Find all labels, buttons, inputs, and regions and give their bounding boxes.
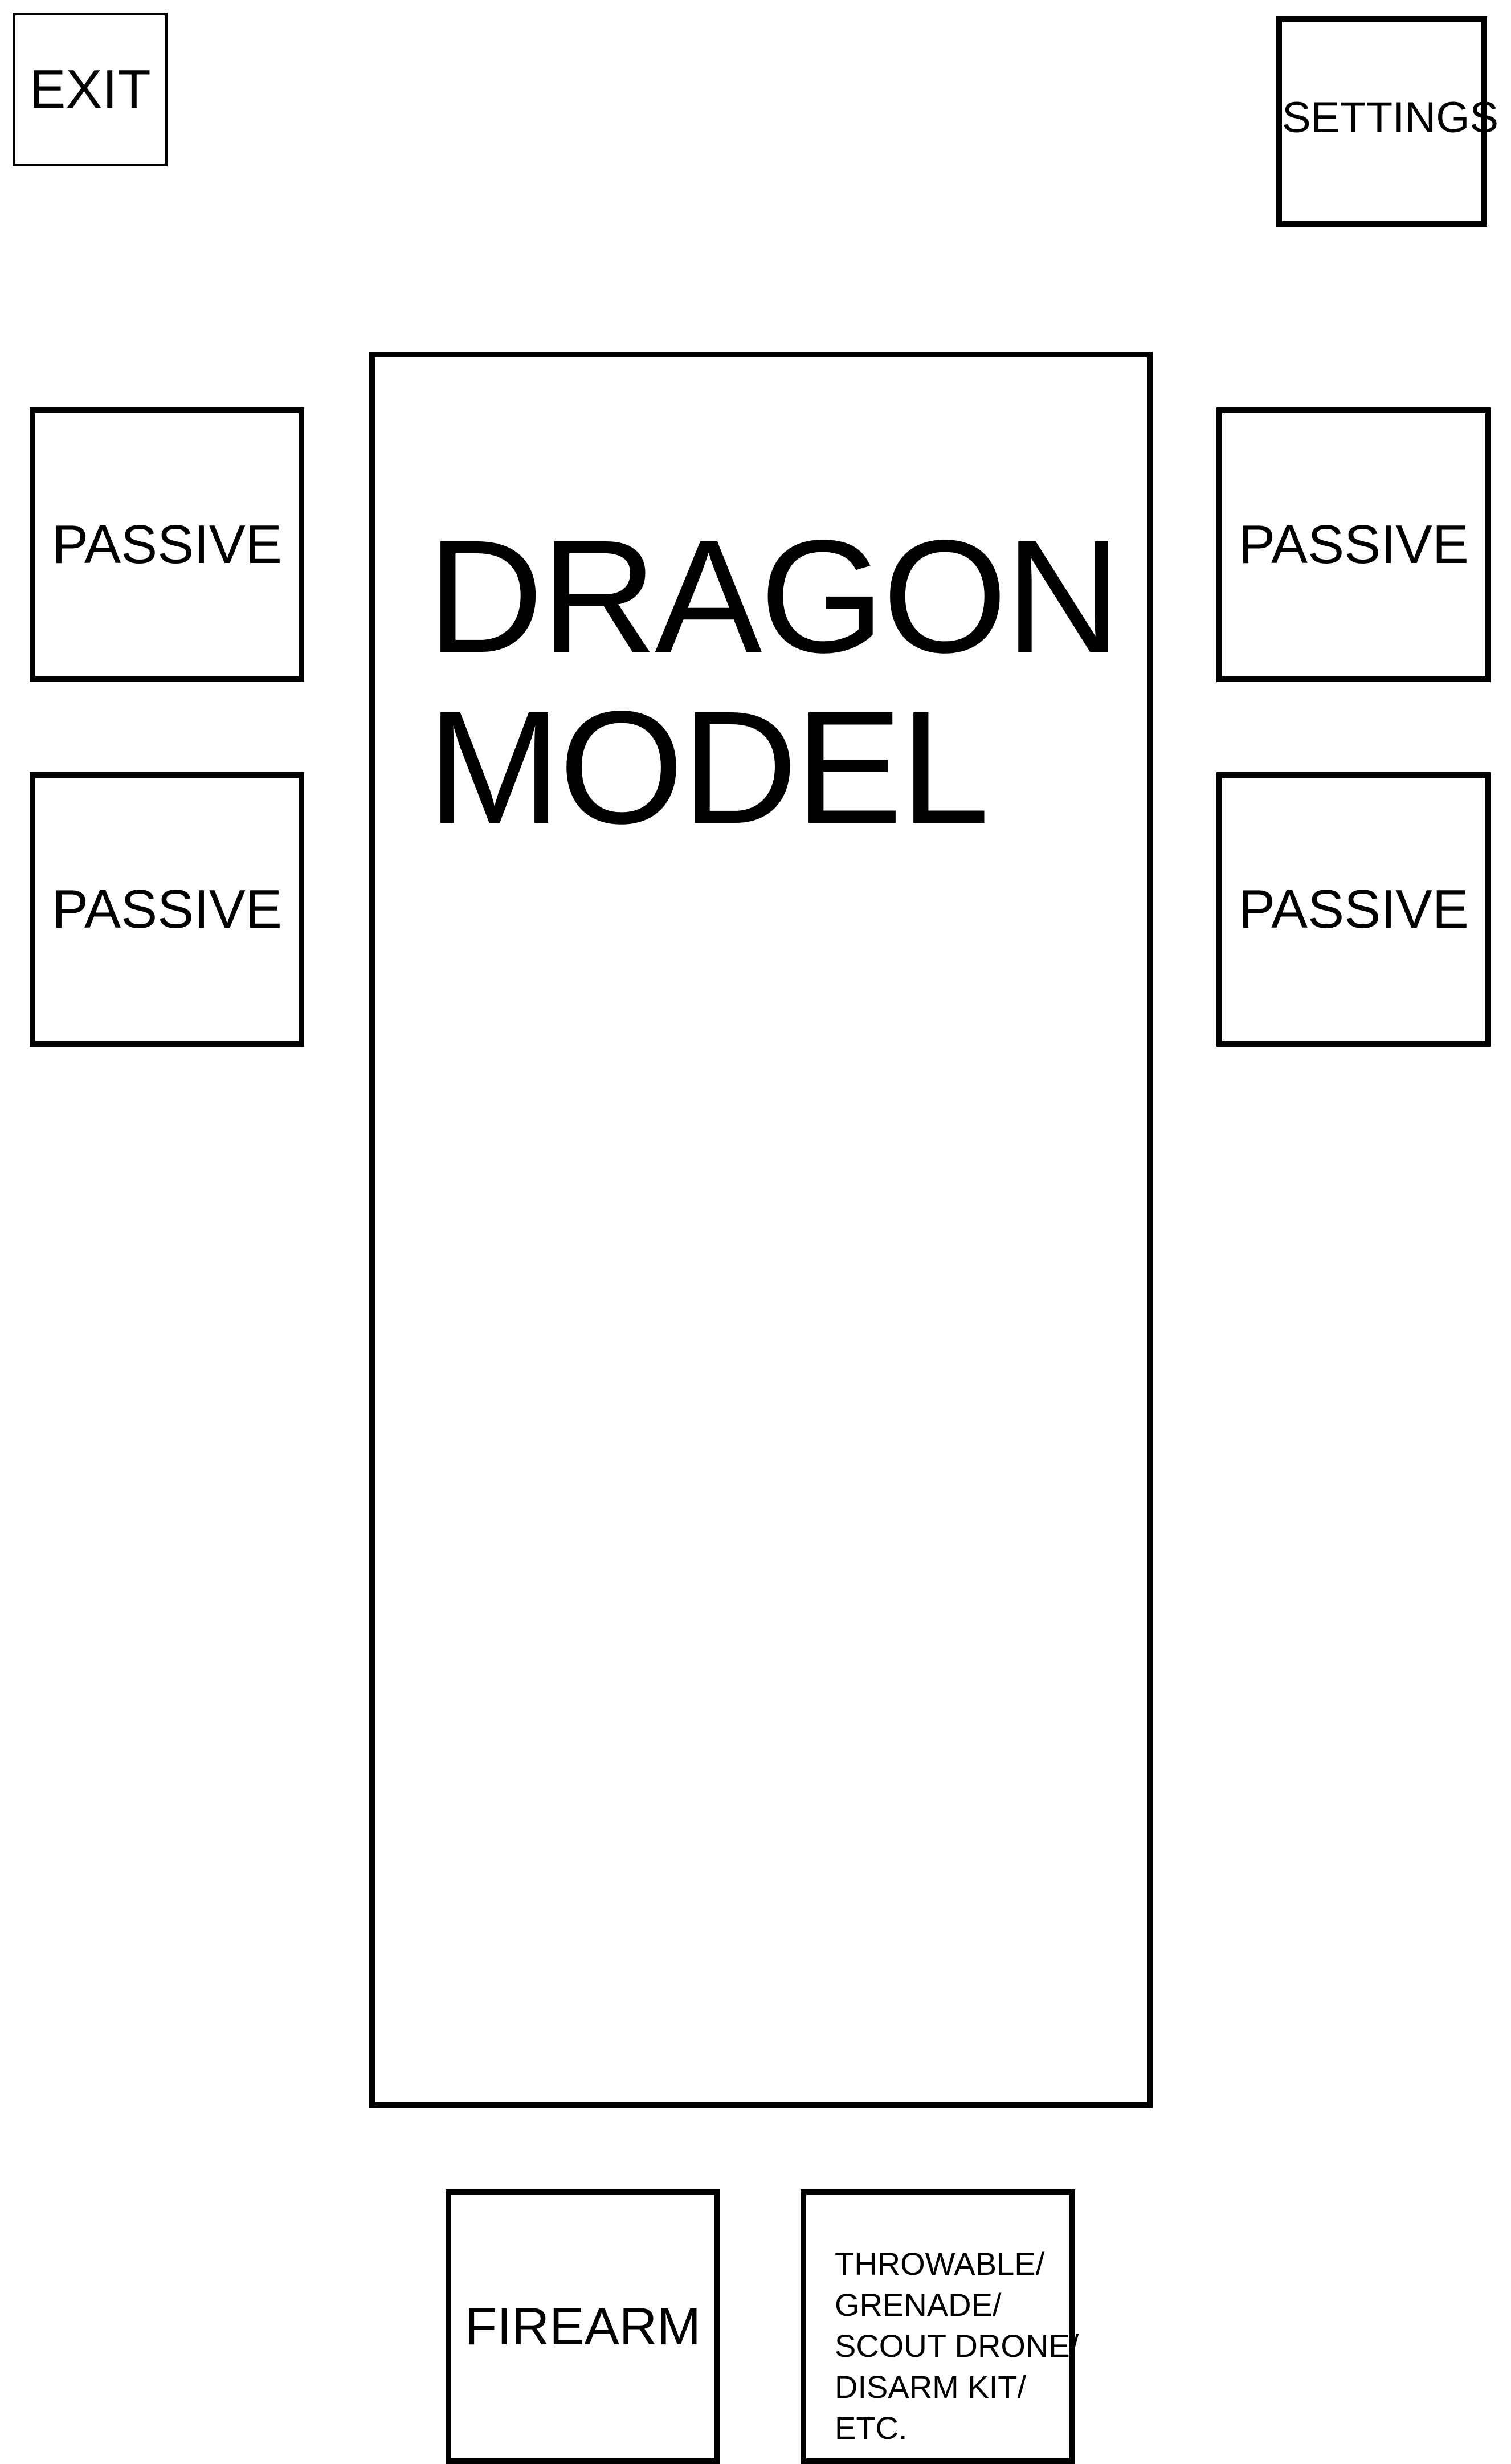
throwable-line: THROWABLE/ — [835, 2246, 1045, 2282]
passive-label: PASSIVE — [1239, 514, 1469, 575]
firearm-label: FIREARM — [465, 2297, 701, 2356]
passive-slot-left-top[interactable]: PASSIVE — [30, 407, 304, 682]
passive-slot-right-bottom[interactable]: PASSIVE — [1216, 772, 1491, 1047]
settings-button[interactable]: SETTINGS — [1276, 16, 1499, 227]
throwable-line: GRENADE/ — [835, 2287, 1002, 2323]
throwable-slot[interactable]: THROWABLE/ GRENADE/ SCOUT DRONE/ DISARM … — [801, 2189, 1079, 2464]
passive-label: PASSIVE — [52, 514, 282, 575]
passive-slot-left-bottom[interactable]: PASSIVE — [30, 772, 304, 1047]
passive-label: PASSIVE — [1239, 879, 1469, 940]
throwable-label: THROWABLE/ GRENADE/ SCOUT DRONE/ DISARM … — [835, 2243, 1079, 2449]
throwable-line: SCOUT DRONE/ — [835, 2328, 1079, 2364]
passive-label: PASSIVE — [52, 879, 282, 940]
throwable-line: ETC. — [835, 2410, 908, 2446]
model-title-line-2: MODEL — [427, 678, 990, 857]
exit-label: EXIT — [29, 59, 151, 120]
dragon-model-viewport[interactable]: DRAGON MODEL — [369, 352, 1153, 2108]
passive-slot-right-top[interactable]: PASSIVE — [1216, 407, 1491, 682]
model-title: DRAGON MODEL — [427, 507, 1121, 857]
exit-button[interactable]: EXIT — [13, 13, 168, 166]
model-title-line-1: DRAGON — [427, 507, 1121, 686]
throwable-line: DISARM KIT/ — [835, 2369, 1027, 2405]
firearm-slot[interactable]: FIREARM — [446, 2189, 720, 2464]
settings-label: SETTINGS — [1282, 93, 1499, 142]
